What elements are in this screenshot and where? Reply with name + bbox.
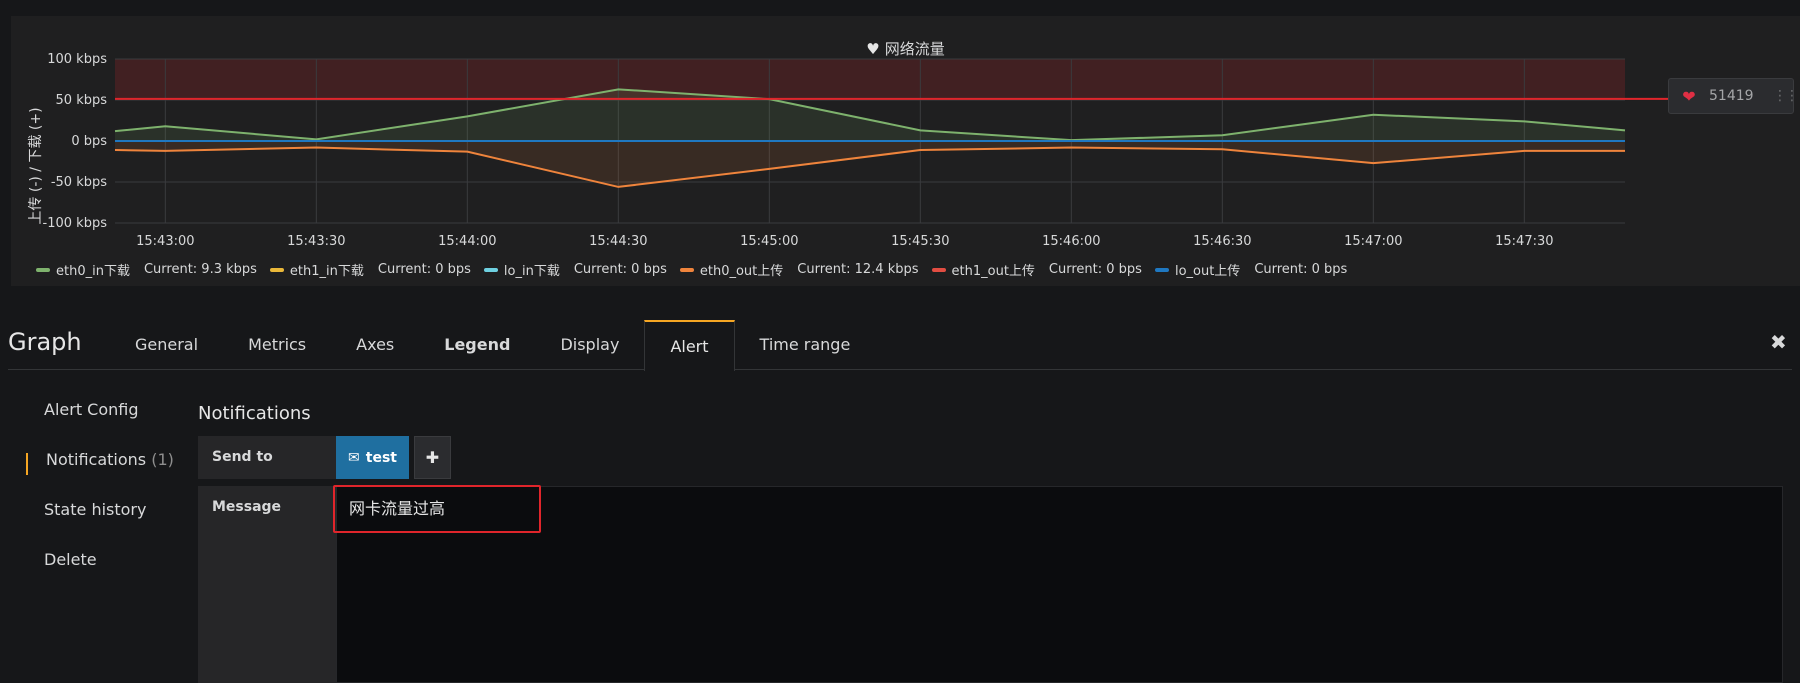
alert-side-nav: Alert Config Notifications (1) State his… [26, 400, 174, 600]
chart-legend: eth0_in下载 Current: 9.3 kbps eth1_in下载 Curre… [36, 260, 1347, 279]
plus-icon: ✚ [425, 448, 440, 467]
y-tick-label: 0 bps [71, 134, 107, 149]
chart-area[interactable]: 100 kbps 50 kbps 0 bps -50 kbps -100 kbps 15:… [11, 16, 1800, 251]
side-item-alert-config[interactable]: Alert Config [26, 400, 174, 450]
side-item-label: State history [44, 500, 147, 519]
y-tick-label: -50 kbps [51, 175, 107, 190]
y-tick-label: -100 kbps [43, 216, 108, 231]
editor-tabs: General Metrics Axes Legend Display Aler… [110, 320, 876, 371]
tabs-divider [8, 369, 1792, 370]
x-tick-label: 15:45:00 [740, 234, 798, 249]
tab-metrics[interactable]: Metrics [223, 320, 331, 370]
legend-series-name: eth1_out上传 [951, 264, 1035, 279]
tab-axes[interactable]: Axes [331, 320, 419, 370]
broken-heart-icon: ❤ [1682, 86, 1696, 106]
x-tick-label: 15:43:00 [136, 234, 194, 249]
channel-label: test [365, 449, 397, 466]
x-tick-label: 15:47:30 [1495, 234, 1553, 249]
send-to-label: Send to [198, 436, 336, 479]
close-icon[interactable]: ✖ [1770, 330, 1787, 354]
legend-series-name: lo_in下载 [503, 264, 560, 279]
section-title: Notifications [198, 403, 311, 424]
legend-current-value: Current: 0 bps [573, 262, 667, 277]
x-tick-label: 15:46:00 [1042, 234, 1100, 249]
tab-time-range[interactable]: Time range [735, 320, 876, 370]
legend-series-name: lo_out上传 [1174, 264, 1241, 279]
legend-swatch [483, 267, 498, 272]
legend-item[interactable]: lo_in下载 Current: 0 bps [483, 260, 667, 279]
legend-item[interactable]: eth0_in下载 Current: 9.3 kbps [36, 260, 257, 279]
tab-general[interactable]: General [110, 320, 223, 370]
notifications-count: (1) [151, 450, 174, 469]
side-item-notifications[interactable]: Notifications (1) [26, 450, 174, 500]
legend-item[interactable]: eth1_in下载 Current: 0 bps [269, 260, 471, 279]
tab-display[interactable]: Display [535, 320, 644, 370]
x-tick-label: 15:45:30 [891, 234, 949, 249]
side-item-label: Notifications [46, 450, 147, 469]
tab-alert[interactable]: Alert [644, 320, 735, 371]
x-tick-label: 15:43:30 [287, 234, 345, 249]
legend-swatch [1154, 267, 1169, 272]
side-item-label: Delete [44, 550, 97, 569]
legend-item[interactable]: lo_out上传 Current: 0 bps [1154, 260, 1348, 279]
legend-series-name: eth0_in下载 [56, 264, 130, 279]
legend-item[interactable]: eth1_out上传 Current: 0 bps [931, 260, 1142, 279]
x-tick-label: 15:44:30 [589, 234, 647, 249]
x-tick-label: 15:44:00 [438, 234, 496, 249]
legend-swatch [679, 267, 694, 272]
tab-legend[interactable]: Legend [419, 320, 535, 370]
legend-swatch [36, 267, 50, 272]
threshold-handle[interactable]: ❤ 51419 ⋮⋮ [1668, 78, 1799, 114]
legend-current-value: Current: 0 bps [377, 262, 471, 277]
x-tick-label: 15:47:00 [1344, 234, 1402, 249]
notification-channel-test[interactable]: ✉ test [336, 436, 409, 479]
legend-item[interactable]: eth0_out上传 Current: 12.4 kbps [679, 260, 919, 279]
legend-series-name: eth1_in下载 [289, 264, 364, 279]
legend-current-value: Current: 0 bps [1254, 262, 1348, 277]
y-tick-label: 100 kbps [47, 52, 107, 67]
legend-swatch [931, 267, 946, 272]
graph-panel: ♥ 网络流量 上传 (-) / 下载 (+) 100 kbps 50 kbps 0 b… [11, 16, 1800, 286]
add-notification-button[interactable]: ✚ [414, 436, 451, 479]
legend-current-value: Current: 12.4 kbps [797, 262, 919, 277]
legend-swatch [269, 267, 284, 272]
side-item-delete[interactable]: Delete [26, 550, 174, 600]
legend-series-name: eth0_out上传 [699, 264, 784, 279]
threshold-value: 51419 [1709, 88, 1754, 104]
side-item-state-history[interactable]: State history [26, 500, 174, 550]
message-label: Message [198, 486, 336, 683]
threshold-region [115, 59, 1625, 99]
y-tick-label: 50 kbps [56, 93, 108, 108]
x-tick-label: 15:46:30 [1193, 234, 1251, 249]
side-item-label: Alert Config [44, 400, 139, 419]
legend-current-value: Current: 9.3 kbps [143, 262, 257, 277]
editor-title: Graph [8, 328, 82, 356]
message-textarea[interactable]: 网卡流量过高 [336, 486, 1783, 683]
message-text: 网卡流量过高 [349, 499, 446, 518]
envelope-icon: ✉ [348, 449, 360, 466]
legend-current-value: Current: 0 bps [1048, 262, 1142, 277]
drag-grip-icon[interactable]: ⋮⋮ [1773, 88, 1799, 104]
